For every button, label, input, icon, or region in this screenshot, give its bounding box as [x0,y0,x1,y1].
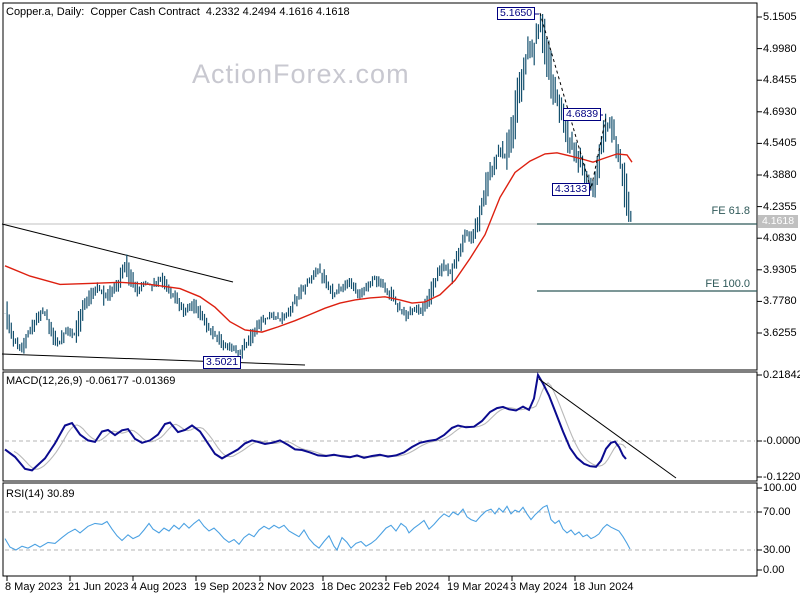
price-axis-label: 4.8455 [763,74,797,87]
price-axis-label: 3.7780 [763,295,797,308]
date-axis-label: 19 Mar 2024 [447,581,509,593]
date-axis-label: 8 May 2023 [5,581,63,593]
rsi-indicator-label: RSI(14) 30.89 [6,488,75,500]
price-axis-label: 4.2355 [763,200,797,213]
projection-zigzag [539,12,607,190]
chart-canvas[interactable] [0,0,800,600]
price-axis-label: 3.6255 [763,327,797,339]
chart-title: Copper.a, Daily: Copper Cash Contract 4.… [6,6,350,18]
price-axis-label: 3.9305 [763,263,797,276]
price-annotation: 5.1650 [497,7,536,20]
date-axis-label: 18 Dec 2023 [321,581,384,593]
rsi-axis-label: 0.00 [763,564,785,576]
moving-average-line [4,152,633,333]
date-axis-label: 4 Aug 2023 [131,581,187,593]
price-annotation: 4.3133 [552,183,591,196]
price-axis-label: 4.9980 [763,42,797,55]
price-annotation: 3.5021 [203,356,242,369]
price-trendline [1,353,306,366]
macd-main-line [4,372,627,472]
price-axis-label: 4.5405 [763,137,797,150]
price-annotation: 4.6839 [563,108,602,121]
date-axis-label: 3 May 2024 [510,581,568,593]
price-axis-label: 5.1505 [763,11,797,23]
macd-indicator-label: MACD(12,26,9) -0.06177 -0.01369 [6,375,176,387]
rsi-axis-label: 70.00 [763,506,791,518]
rsi-panel [2,482,758,577]
date-axis-label: 19 Sep 2023 [194,581,257,593]
date-axis-label: 2 Feb 2024 [384,581,440,593]
macd-axis-label: -0.00000 [763,435,800,447]
fe-level-label: FE 100.0 [705,278,750,290]
date-axis-label: 2 Nov 2023 [258,581,315,593]
macd-axis-label: 0.21842 [763,369,800,381]
date-axis-label: 18 Jun 2024 [573,581,634,593]
macd-trendline [538,378,677,479]
rsi-axis-label: 100.00 [763,482,797,494]
chart-window: ActionForex.com Copper.a, Daily: Copper … [0,0,800,600]
price-axis-label: 4.3880 [763,169,797,181]
macd-panel [2,371,758,482]
current-price-tag: 4.1618 [758,215,798,228]
watermark: ActionForex.com [192,59,410,89]
date-axis-label: 21 Jun 2023 [68,581,129,593]
price-trendline [1,223,234,283]
price-axis-label: 4.0830 [763,232,797,245]
rsi-axis-label: 30.00 [763,544,791,556]
fe-level-label: FE 61.8 [711,205,750,217]
price-axis-label: 4.6930 [763,105,797,118]
